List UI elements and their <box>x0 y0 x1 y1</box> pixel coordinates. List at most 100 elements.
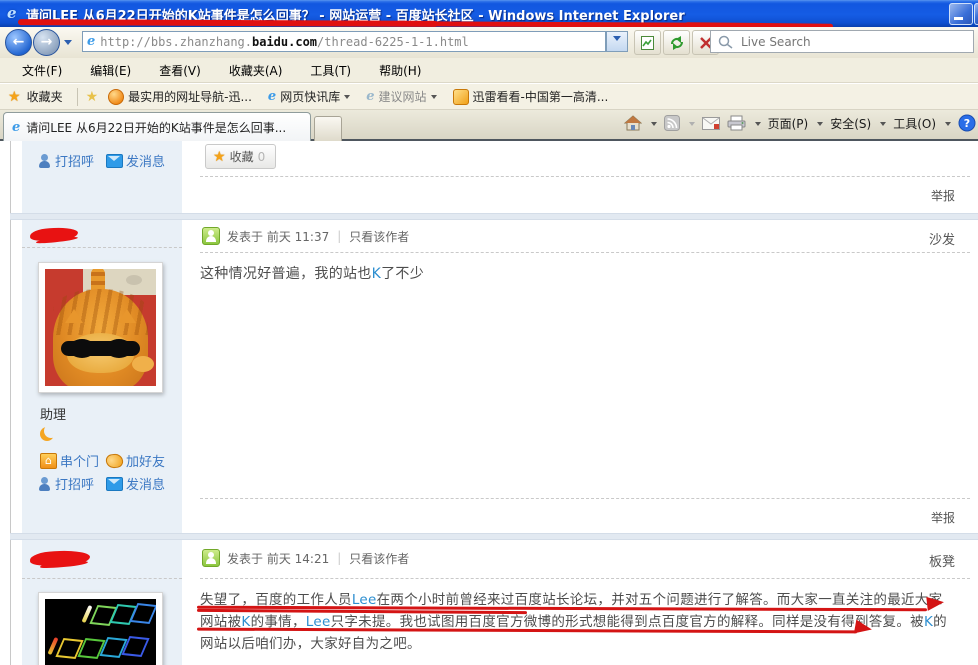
avatar-image <box>45 269 156 386</box>
post-separator <box>10 213 978 220</box>
chevron-down-icon[interactable] <box>880 122 886 129</box>
back-button[interactable] <box>5 29 32 56</box>
post-body-line: 失望了，百度的工作人员Lee在两个小时前曾经来过百度站长论坛，并对五个问题进行了… <box>200 588 942 608</box>
post-time: 发表于 前天 11:37 <box>227 228 329 245</box>
person-icon <box>38 477 52 491</box>
home-button[interactable] <box>624 115 642 132</box>
refresh-icon <box>669 35 685 51</box>
avatar-image <box>45 599 156 665</box>
envelope-icon <box>106 154 123 168</box>
post-meta: 发表于 前天 14:21 | 只看该作者 <box>202 549 409 567</box>
search-box[interactable] <box>710 30 974 53</box>
tab-active[interactable]: 请问LEE 从6月22日开始的K站事件是怎么回事... <box>3 112 311 141</box>
read-mail-button[interactable] <box>702 117 720 130</box>
favorites-star-icon[interactable] <box>8 89 21 105</box>
report-link[interactable]: 举报 <box>931 509 955 526</box>
site-icon <box>108 89 124 105</box>
only-author-link[interactable]: 只看该作者 <box>349 228 409 245</box>
favorites-label[interactable]: 收藏夹 <box>27 88 63 105</box>
favorites-bar: 收藏夹 最实用的网址导航-迅... 网页快讯库 建议网站 迅雷看看-中国第一高清… <box>0 84 978 110</box>
greet-link[interactable]: 打招呼 <box>38 474 94 493</box>
menu-file[interactable]: 文件(F) <box>10 60 74 81</box>
chevron-down-icon[interactable] <box>945 122 951 129</box>
send-message-link[interactable]: 发消息 <box>106 151 165 170</box>
avatar[interactable] <box>38 592 163 665</box>
help-button[interactable]: ? <box>958 114 976 132</box>
menu-view[interactable]: 查看(V) <box>147 60 213 81</box>
minimize-icon <box>954 17 963 20</box>
chevron-down-icon <box>613 36 621 45</box>
divider <box>22 247 182 248</box>
svg-text:?: ? <box>964 117 970 130</box>
greet-link[interactable]: 打招呼 <box>38 151 94 170</box>
chevron-down-icon <box>689 122 695 129</box>
online-status-icon <box>202 549 220 567</box>
home-icon <box>624 115 642 132</box>
post-body-line: 网站被K的事情，Lee只字未提。我也试图用百度官方微博的形式想能得到点百度官方的… <box>200 610 947 630</box>
add-favorite-icon[interactable] <box>86 89 99 105</box>
house-icon <box>40 453 57 469</box>
url-domain: baidu.com <box>252 35 317 49</box>
favorite-thread-button[interactable]: 收藏 0 <box>205 144 276 169</box>
search-input[interactable] <box>739 34 973 50</box>
report-link[interactable]: 举报 <box>931 187 955 204</box>
history-dropdown-icon[interactable] <box>64 40 72 49</box>
add-friend-link[interactable]: 加好友 <box>106 451 165 470</box>
menu-edit[interactable]: 编辑(E) <box>78 60 143 81</box>
star-icon <box>213 149 226 165</box>
floor-link[interactable]: 沙发 <box>929 229 955 248</box>
safety-menu-button[interactable]: 安全(S) <box>830 115 871 132</box>
favorite-webslices[interactable]: 网页快讯库 <box>268 88 350 105</box>
minimize-button[interactable] <box>949 3 973 25</box>
tab-title: 请问LEE 从6月22日开始的K站事件是怎么回事... <box>26 119 286 136</box>
divider: | <box>337 229 341 243</box>
post-meta: 发表于 前天 11:37 | 只看该作者 <box>202 227 409 245</box>
favorite-xunlei-kankan[interactable]: 迅雷看看-中国第一高清... <box>453 88 609 105</box>
person-icon <box>38 154 52 168</box>
page-content: 打招呼 发消息 收藏 0 举报 助理 <box>0 141 978 665</box>
floor-link[interactable]: 板凳 <box>929 551 955 570</box>
online-status-icon <box>202 227 220 245</box>
sunglasses <box>61 341 140 356</box>
address-dropdown-button[interactable] <box>606 31 628 52</box>
chevron-down-icon[interactable] <box>651 122 657 129</box>
chevron-down-icon <box>431 95 437 102</box>
window-title: 请问LEE 从6月22日开始的K站事件是怎么回事？ - 网站运营 - 百度站长社… <box>26 5 685 24</box>
chevron-down-icon[interactable] <box>817 122 823 129</box>
print-button[interactable] <box>727 115 746 131</box>
feeds-button[interactable] <box>664 115 680 131</box>
menu-favorites[interactable]: 收藏夹(A) <box>217 60 295 81</box>
divider <box>200 252 970 253</box>
avatar[interactable] <box>38 262 163 393</box>
tools-menu-button[interactable]: 工具(O) <box>893 115 936 132</box>
ie-logo-icon <box>7 4 17 22</box>
menu-tools[interactable]: 工具(T) <box>298 60 363 81</box>
post-time: 发表于 前天 14:21 <box>227 550 329 567</box>
new-tab-button[interactable] <box>314 116 342 142</box>
title-bar: 请问LEE 从6月22日开始的K站事件是怎么回事？ - 网站运营 - 百度站长社… <box>0 0 978 27</box>
rss-icon <box>664 115 680 131</box>
menu-help[interactable]: 帮助(H) <box>367 60 433 81</box>
compatibility-icon <box>640 35 655 51</box>
post-separator <box>10 533 978 540</box>
tab-bar: 请问LEE 从6月22日开始的K站事件是怎么回事... 页面(P) 安全(S) <box>0 110 978 141</box>
post-body: 这种情况好普遍，我的站也K了不少 <box>200 263 424 283</box>
visit-home-link[interactable]: 串个门 <box>40 451 99 470</box>
ie-icon <box>268 89 276 104</box>
page-menu-button[interactable]: 页面(P) <box>768 115 809 132</box>
chevron-down-icon[interactable] <box>755 122 761 129</box>
favorite-suggested-sites[interactable]: 建议网站 <box>366 88 436 105</box>
forward-button[interactable] <box>33 29 60 56</box>
divider <box>200 578 970 579</box>
maximize-button[interactable] <box>974 3 978 25</box>
page-icon <box>87 34 95 49</box>
divider <box>200 176 970 177</box>
send-message-link[interactable]: 发消息 <box>106 474 165 493</box>
favorite-link-nav[interactable]: 最实用的网址导航-迅... <box>108 88 252 105</box>
compatibility-view-button[interactable] <box>634 30 661 55</box>
envelope-icon <box>106 477 123 491</box>
only-author-link[interactable]: 只看该作者 <box>349 550 409 567</box>
refresh-button[interactable] <box>663 30 690 55</box>
url-prefix: http://bbs.zhanzhang. <box>100 35 252 49</box>
address-bar[interactable]: http://bbs.zhanzhang.baidu.com/thread-62… <box>82 31 606 52</box>
